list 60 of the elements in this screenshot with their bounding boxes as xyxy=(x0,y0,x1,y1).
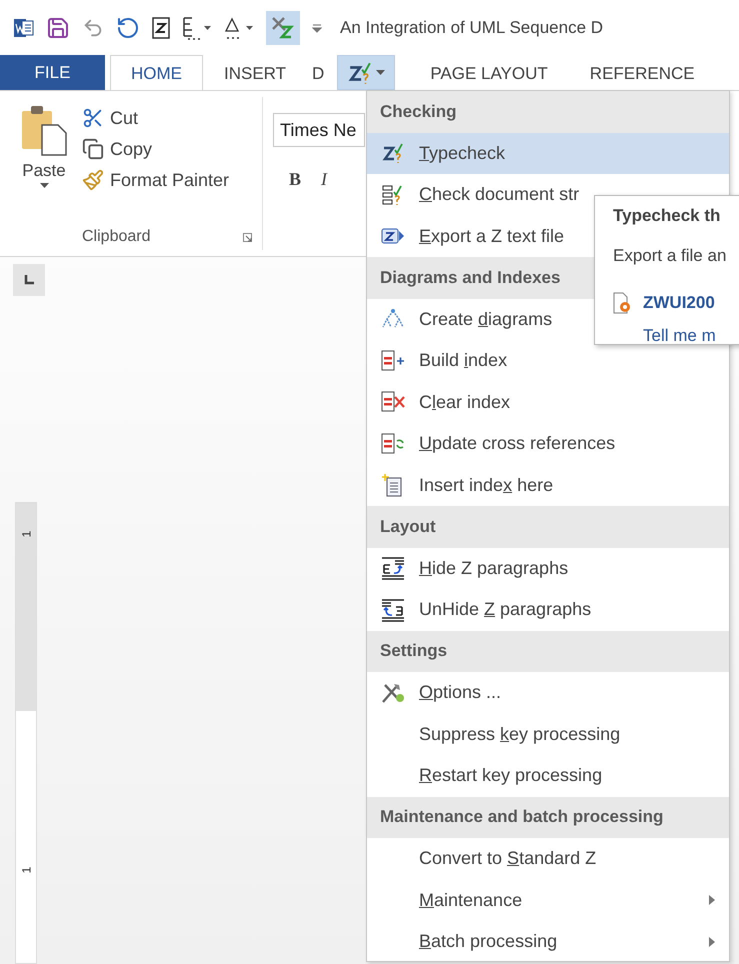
menu-section-header: Maintenance and batch processing xyxy=(367,796,729,838)
z-menu-button[interactable] xyxy=(337,55,396,90)
menu-item[interactable]: Update cross references xyxy=(367,423,729,464)
paste-button[interactable]: Paste xyxy=(20,103,68,181)
ruler-number: 1 xyxy=(19,866,33,874)
clipboard-action[interactable]: Copy xyxy=(82,138,230,160)
z-document-icon[interactable] xyxy=(152,16,170,38)
menu-item[interactable]: Clear index xyxy=(367,382,729,423)
clipboard-action[interactable]: Format Painter xyxy=(82,169,230,191)
z-tools-button[interactable] xyxy=(266,10,300,44)
caret-icon xyxy=(376,70,385,75)
paragraph-hide-icon xyxy=(381,556,405,580)
menu-item[interactable]: Restart key processing xyxy=(367,755,729,796)
tab-stop-icon xyxy=(24,275,34,285)
menu-section-header: Checking xyxy=(367,91,729,132)
z-check-icon xyxy=(382,142,404,164)
paste-caret-icon xyxy=(40,183,48,188)
clipboard-action[interactable]: Cut xyxy=(82,107,230,129)
paragraph-unhide-icon xyxy=(381,598,405,622)
triangle-dropdown-icon[interactable] xyxy=(224,16,254,40)
redo-icon[interactable] xyxy=(116,16,140,40)
structure-check-icon xyxy=(382,184,404,206)
menu-item[interactable]: Convert to Standard Z xyxy=(367,838,729,880)
ribbon-tab[interactable]: HOME xyxy=(110,55,203,90)
gear-document-icon xyxy=(613,292,633,314)
index-cross-icon xyxy=(380,391,406,414)
menu-item[interactable]: UnHide Z paragraphs xyxy=(367,589,729,630)
group-label: Clipboard xyxy=(82,228,150,246)
menu-section-header: Settings xyxy=(367,630,729,672)
menu-item[interactable]: Typecheck xyxy=(367,132,729,174)
save-icon[interactable] xyxy=(46,16,70,40)
z-check-icon xyxy=(348,60,372,84)
menu-item[interactable]: Options ... xyxy=(367,672,729,714)
dialog-launcher-icon[interactable] xyxy=(243,232,252,242)
index-plus-icon xyxy=(380,350,406,372)
scissors-icon xyxy=(82,107,104,129)
paintbrush-icon xyxy=(82,169,104,191)
copy-icon xyxy=(82,138,104,160)
menu-item[interactable]: Suppress key processing xyxy=(367,714,729,755)
menu-item[interactable]: Hide Z paragraphs xyxy=(367,548,729,589)
index-refresh-icon xyxy=(380,432,406,455)
word-icon xyxy=(14,16,34,38)
bold-button[interactable]: B xyxy=(289,169,302,190)
window-title: An Integration of UML Sequence D xyxy=(340,18,604,38)
menu-item[interactable]: Batch processing xyxy=(367,921,729,962)
tooltip-title: Typecheck th xyxy=(613,206,722,226)
font-name-field[interactable]: Times Ne xyxy=(273,113,365,147)
ruler-number: 1 xyxy=(19,530,33,538)
tools-z-icon xyxy=(270,14,296,40)
customize-icon[interactable] xyxy=(312,22,322,32)
clipboard-icon xyxy=(20,103,68,157)
italic-button[interactable]: I xyxy=(321,169,328,190)
menu-item[interactable]: Maintenance xyxy=(367,880,729,921)
menu-item[interactable]: Insert index here xyxy=(367,464,729,506)
file-tab[interactable]: FILE xyxy=(0,55,105,90)
undo-icon[interactable] xyxy=(82,16,104,38)
tab-selector[interactable] xyxy=(13,264,45,296)
menu-section-header: Layout xyxy=(367,506,729,548)
export-icon xyxy=(381,226,405,246)
outline-dropdown-icon[interactable] xyxy=(182,16,212,40)
